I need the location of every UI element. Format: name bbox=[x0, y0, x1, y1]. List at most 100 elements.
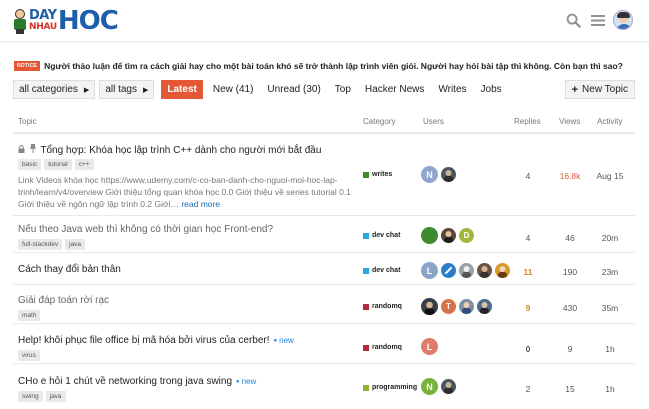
avatar[interactable] bbox=[459, 263, 474, 278]
search-icon[interactable] bbox=[563, 10, 583, 30]
notice-text: Người thảo luận để tìm ra cách giải hay … bbox=[44, 61, 623, 71]
tag[interactable]: swing bbox=[18, 391, 43, 402]
tag[interactable]: basic bbox=[18, 159, 42, 170]
avatar[interactable] bbox=[441, 167, 456, 182]
new-badge: new bbox=[274, 336, 294, 345]
reply-count: 9 bbox=[525, 303, 531, 313]
tags-dropdown[interactable]: all tags ▶ bbox=[99, 80, 155, 99]
category-dropdown[interactable]: all categories ▶ bbox=[13, 80, 96, 99]
tab-unread[interactable]: Unread (30) bbox=[260, 80, 327, 99]
activity-time[interactable]: 20m bbox=[592, 233, 628, 243]
avatar[interactable] bbox=[421, 298, 438, 315]
lock-icon bbox=[18, 145, 25, 155]
tab-top[interactable]: Top bbox=[328, 80, 358, 99]
col-topic[interactable]: Topic bbox=[18, 117, 37, 126]
topic-title[interactable]: CHo e hỏi 1 chút về networking trong jav… bbox=[18, 376, 256, 387]
avatar[interactable] bbox=[441, 228, 456, 243]
logo-hoc-text: HOC bbox=[57, 6, 119, 36]
category-badge[interactable]: dev chat bbox=[363, 232, 400, 239]
topic-users: N bbox=[421, 166, 459, 183]
read-more-link[interactable]: read more bbox=[181, 199, 220, 209]
table-row: Cách thay đổi bản thân dev chat L 11 190… bbox=[13, 253, 635, 285]
col-views[interactable]: Views bbox=[559, 117, 580, 126]
category-color-swatch bbox=[363, 384, 369, 391]
topic-title[interactable]: Giải đáp toán rời rạc bbox=[18, 295, 109, 306]
table-row: CHo e hỏi 1 chút về networking trong jav… bbox=[13, 364, 635, 408]
activity-time[interactable]: 23m bbox=[592, 267, 628, 277]
tag[interactable]: c++ bbox=[74, 159, 94, 170]
avatar[interactable]: L bbox=[421, 262, 438, 279]
category-color-swatch bbox=[363, 303, 369, 310]
avatar[interactable]: T bbox=[441, 299, 456, 314]
col-replies[interactable]: Replies bbox=[514, 117, 541, 126]
topic-title[interactable]: Cách thay đổi bản thân bbox=[18, 264, 121, 275]
tab-hacker-news[interactable]: Hacker News bbox=[358, 80, 431, 99]
avatar[interactable] bbox=[495, 263, 510, 278]
avatar[interactable] bbox=[441, 263, 456, 278]
topic-users: D bbox=[421, 227, 477, 244]
avatar[interactable]: N bbox=[421, 378, 438, 395]
topic-tags: full-stackdev java bbox=[18, 239, 88, 250]
site-logo[interactable]: DAY NHAU HOC bbox=[13, 6, 119, 36]
view-count: 190 bbox=[562, 267, 578, 277]
tab-writes[interactable]: Writes bbox=[431, 80, 473, 99]
logo-nhau-text: NHAU bbox=[29, 22, 57, 32]
topic-users: T bbox=[421, 298, 495, 315]
table-row: Help! khôi phục file office bị mã hóa bở… bbox=[13, 324, 635, 364]
category-color-swatch bbox=[363, 267, 369, 274]
view-count: 430 bbox=[562, 303, 578, 313]
user-avatar[interactable] bbox=[613, 10, 633, 30]
tag[interactable]: virus bbox=[18, 350, 40, 361]
avatar[interactable] bbox=[477, 299, 492, 314]
topic-title[interactable]: Help! khôi phục file office bị mã hóa bở… bbox=[18, 335, 294, 346]
mascot-icon bbox=[13, 8, 27, 34]
tag[interactable]: java bbox=[65, 239, 86, 250]
activity-time[interactable]: 1h bbox=[592, 384, 628, 394]
tag[interactable]: java bbox=[45, 391, 66, 402]
site-notice: NOTICE Người thảo luận để tìm ra cách gi… bbox=[14, 61, 634, 71]
category-badge[interactable]: randomq bbox=[363, 344, 402, 351]
tab-latest[interactable]: Latest bbox=[161, 80, 203, 99]
category-color-swatch bbox=[363, 344, 369, 351]
category-badge[interactable]: writes bbox=[363, 171, 392, 178]
avatar[interactable] bbox=[477, 263, 492, 278]
tag[interactable]: full-stackdev bbox=[18, 239, 63, 250]
topic-title[interactable]: Tổng hợp: Khóa học lập trình C++ dành ch… bbox=[18, 144, 321, 156]
category-badge[interactable]: programming bbox=[363, 384, 417, 391]
caret-right-icon: ▶ bbox=[83, 86, 90, 94]
tab-jobs[interactable]: Jobs bbox=[474, 80, 509, 99]
view-count: 15 bbox=[565, 384, 575, 394]
avatar[interactable]: N bbox=[421, 166, 438, 183]
tag[interactable]: tutorial bbox=[44, 159, 72, 170]
category-badge[interactable]: dev chat bbox=[363, 267, 400, 274]
col-activity[interactable]: Activity bbox=[597, 117, 622, 126]
avatar[interactable]: D bbox=[459, 228, 474, 243]
topic-excerpt: Link Videos khóa học https://www.udemy.c… bbox=[18, 175, 351, 209]
category-badge[interactable]: randomq bbox=[363, 303, 402, 310]
menu-icon[interactable] bbox=[588, 10, 608, 30]
activity-time[interactable]: Aug 15 bbox=[592, 171, 628, 181]
category-color-swatch bbox=[363, 171, 369, 178]
pin-icon bbox=[29, 144, 36, 155]
col-category[interactable]: Category bbox=[363, 117, 395, 126]
table-row: Nếu theo Java web thì không có thời gian… bbox=[13, 216, 635, 253]
tab-new[interactable]: New (41) bbox=[206, 80, 261, 99]
new-topic-button[interactable]: + New Topic bbox=[564, 80, 635, 99]
topic-list: Topic Category Users Replies Views Activ… bbox=[13, 112, 635, 402]
reply-count: 4 bbox=[525, 171, 531, 181]
topic-users: L bbox=[421, 338, 441, 355]
tag[interactable]: math bbox=[18, 310, 41, 321]
activity-time[interactable]: 35m bbox=[592, 303, 628, 313]
activity-time[interactable]: 1h bbox=[592, 344, 628, 354]
category-color-swatch bbox=[363, 232, 369, 239]
avatar[interactable]: L bbox=[421, 338, 438, 355]
site-header: DAY NHAU HOC bbox=[0, 0, 649, 42]
new-badge: new bbox=[236, 377, 256, 386]
topic-title[interactable]: Nếu theo Java web thì không có thời gian… bbox=[18, 224, 273, 235]
avatar[interactable] bbox=[421, 227, 438, 244]
topic-tags: math bbox=[18, 310, 43, 321]
avatar[interactable] bbox=[459, 299, 474, 314]
avatar[interactable] bbox=[441, 379, 456, 394]
reply-count: 4 bbox=[525, 233, 531, 243]
table-row: Giải đáp toán rời rạc math randomq T 9 4… bbox=[13, 285, 635, 324]
